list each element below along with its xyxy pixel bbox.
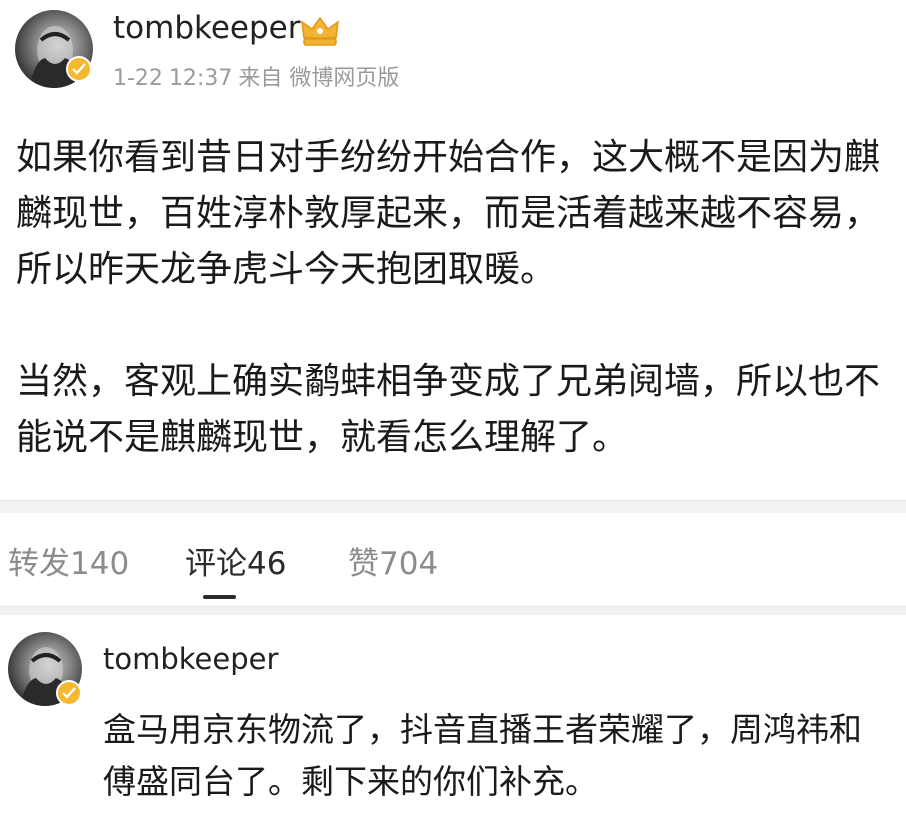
post-date: 1-22 [113,66,163,91]
tab-like[interactable]: 赞704 [348,538,438,583]
post-paragraph-2: 当然，客观上确实鹬蚌相争变成了兄弟阋墙，所以也不能说不是麒麟现世，就看怎么理解了… [16,361,881,458]
post-username[interactable]: tombkeeper [113,10,300,46]
post-meta: 1-22 12:37 来自 微博网页版 [113,60,405,92]
post-paragraph-1: 如果你看到昔日对手纷纷开始合作，这大概不是因为麒麟现世，百姓淳朴敦厚起来，而是活… [16,137,881,290]
post-source[interactable]: 来自 微博网页版 [238,66,399,91]
weibo-post: tombkeeper 1-22 12:37 来自 微博网页版 如果你看到昔日对手纷纷… [0,0,906,500]
comment-item: tombkeeper 盒马用京东物流了，抖音直播王者荣耀了，周鸿祎和傅盛同台了。… [0,614,906,816]
interaction-tabs: 转发140 评论46 赞704 [0,512,906,606]
tab-comment[interactable]: 评论46 [185,538,286,583]
post-content: 如果你看到昔日对手纷纷开始合作，这大概不是因为麒麟现世，百姓淳朴敦厚起来，而是活… [16,130,896,466]
post-time: 12:37 [168,66,233,91]
verified-badge-icon [66,56,92,82]
comment-text: 盒马用京东物流了，抖音直播王者荣耀了，周鸿祎和傅盛同台了。剩下来的你们补充。 [103,710,862,801]
active-tab-indicator [203,595,236,599]
verified-badge-icon [56,680,82,706]
tab-repost[interactable]: 转发140 [8,538,129,583]
member-crown-icon[interactable] [298,12,342,48]
comment-username[interactable]: tombkeeper [103,642,278,676]
